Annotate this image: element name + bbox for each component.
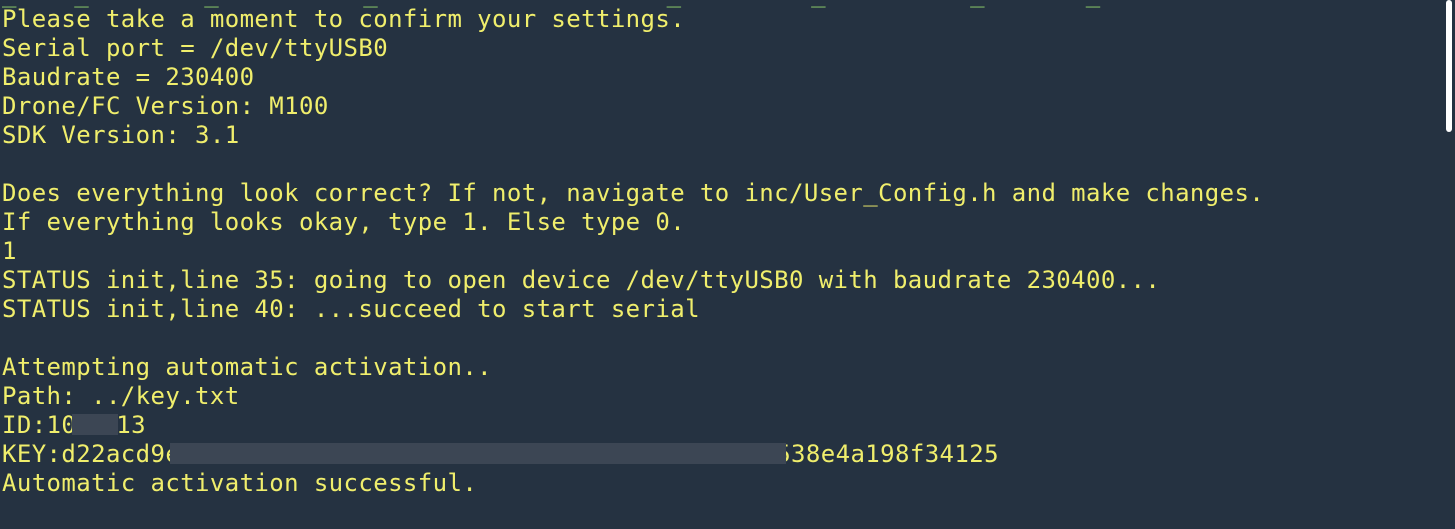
output-line: Please take a moment to confirm your set… [2,5,686,33]
terminal-output: Please take a moment to confirm your set… [2,5,1264,498]
scrollbar-thumb[interactable] [1446,0,1452,132]
output-line: SDK Version: 3.1 [2,121,240,149]
redaction-block [72,413,119,435]
id-prefix: ID:10 [2,411,77,439]
output-line: Baudrate = 230400 [2,63,255,91]
key-suffix: 538e4a198f34125 [776,440,999,468]
vertical-scrollbar[interactable] [1443,0,1455,529]
output-line: If everything looks okay, type 1. Else t… [2,208,686,236]
output-line: Attempting automatic activation.. [2,353,493,381]
output-line: STATUS init,line 35: going to open devic… [2,266,1161,294]
redaction-block [170,442,787,464]
key-prefix: KEY:d22acd9e [2,440,181,468]
key-line: KEY:d22acd9e 538e4a198f34125 [2,440,1264,469]
output-line: 1 [2,237,17,265]
output-line: STATUS init,line 40: ...succeed to start… [2,295,700,323]
output-line: Path: ../key.txt [2,382,240,410]
id-suffix: 13 [116,411,146,439]
output-line: Drone/FC Version: M100 [2,92,329,120]
output-line: Does everything look correct? If not, na… [2,179,1265,207]
terminal-window[interactable]: _ _ _ _ _ _ _ _ Please take a moment to … [0,0,1455,529]
output-line: Serial port = /dev/ttyUSB0 [2,34,389,62]
output-line: Automatic activation successful. [2,469,478,497]
id-line: ID:10 13 [2,411,1264,440]
